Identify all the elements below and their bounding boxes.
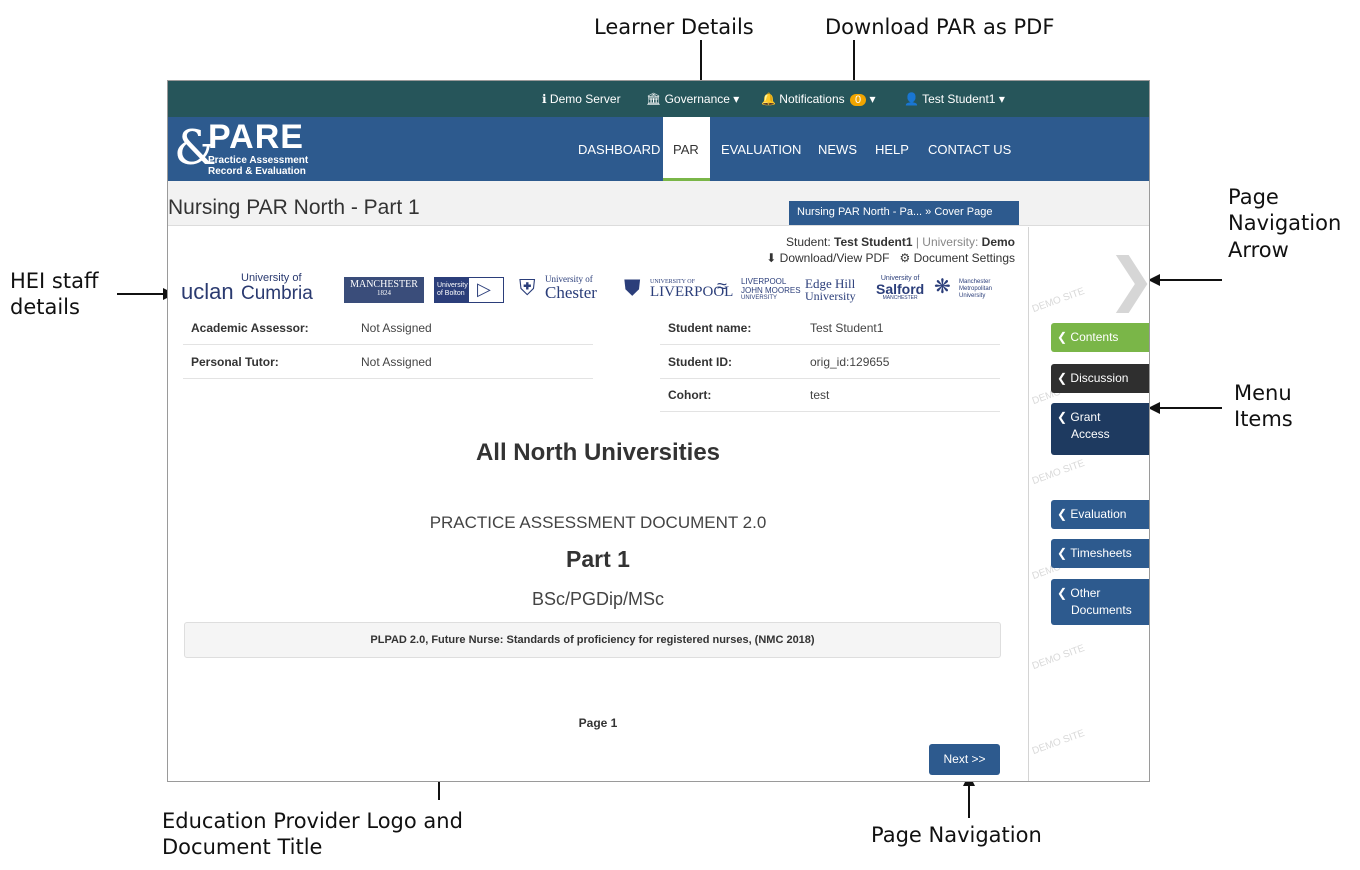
student-info-line: Student: Test Student1 | University: Dem… xyxy=(786,235,1015,249)
notifications-menu[interactable]: 🔔 Notifications 0 ▾ xyxy=(761,92,876,106)
demo-watermark: DEMO SITE xyxy=(1030,457,1087,488)
pointer-hei-staff xyxy=(117,293,165,295)
nav-par[interactable]: PAR xyxy=(673,142,699,157)
bank-icon: 🏛 xyxy=(646,92,662,106)
menu-evaluation[interactable]: ❮ Evaluation xyxy=(1051,500,1149,529)
nav-help[interactable]: HELP xyxy=(875,142,909,157)
caret-down-icon: ▾ xyxy=(998,92,1005,106)
university-logos: uclan University of Cumbria MANCHESTER 1… xyxy=(181,273,1014,307)
document-subheading: PRACTICE ASSESSMENT DOCUMENT 2.0 xyxy=(429,513,767,532)
demo-watermark: DEMO SITE xyxy=(1030,727,1087,758)
chevron-left-icon: ❮ xyxy=(1057,371,1068,385)
chevron-left-icon: ❮ xyxy=(1057,330,1068,344)
standards-banner: PLPAD 2.0, Future Nurse: Standards of pr… xyxy=(184,622,1001,658)
page-number: Page 1 xyxy=(578,716,618,730)
annotation-hei-staff: HEI staff details xyxy=(10,269,99,320)
bell-icon: 🔔 xyxy=(761,92,776,106)
app-window: ℹ Demo Server 🏛 Governance ▾ 🔔 Notificat… xyxy=(167,80,1150,782)
demo-server-item[interactable]: ℹ Demo Server xyxy=(542,92,621,106)
salford-logo: University of Salford MANCHESTER xyxy=(876,275,925,301)
row-divider xyxy=(660,344,1000,345)
caret-down-icon: ▾ xyxy=(869,92,876,106)
download-pdf-link[interactable]: ⬇ Download/View PDF xyxy=(766,251,893,265)
user-icon: 👤 xyxy=(904,92,919,106)
document-degree: BSc/PGDip/MSc xyxy=(531,589,665,609)
document-heading: All North Universities xyxy=(475,439,721,466)
row-divider xyxy=(183,378,593,379)
pointer-page-arrow xyxy=(1160,279,1222,281)
chevron-left-icon: ❮ xyxy=(1057,410,1068,424)
page-title: Nursing PAR North - Part 1 xyxy=(168,196,420,219)
uclan-logo: uclan xyxy=(181,279,234,304)
chevron-left-icon: ❮ xyxy=(1057,586,1068,600)
bolton-logo: University of Bolton ▷ xyxy=(434,277,504,303)
menu-contents[interactable]: ❮ Contents xyxy=(1051,323,1149,352)
side-menu: DEMO SITE DEMO SITE DEMO SITE DEMO SITE … xyxy=(1028,227,1149,781)
annotation-page-navigation: Page Navigation xyxy=(871,823,1042,847)
annotation-download-par: Download PAR as PDF xyxy=(825,15,1055,39)
chester-crest-icon: ⛨ xyxy=(519,275,536,300)
page-title-bar: Nursing PAR North - Part 1 Nursing PAR N… xyxy=(168,181,1149,226)
row-divider xyxy=(660,378,1000,379)
ljmu-wave-icon: ≈ xyxy=(717,276,727,296)
row-divider xyxy=(183,344,593,345)
document-part: Part 1 xyxy=(566,546,630,572)
caret-down-icon: ▾ xyxy=(733,92,740,106)
pointer-page-navigation xyxy=(968,784,970,818)
mmu-emblem-icon: ❋ xyxy=(934,276,951,298)
nav-news[interactable]: NEWS xyxy=(818,142,857,157)
notification-badge: 0 xyxy=(850,94,867,106)
next-page-button[interactable]: Next >> xyxy=(929,744,1000,775)
top-bar: ℹ Demo Server 🏛 Governance ▾ 🔔 Notificat… xyxy=(168,81,1149,117)
annotation-education-provider: Education Provider Logo and Document Tit… xyxy=(162,809,463,860)
governance-menu[interactable]: 🏛 Governance ▾ xyxy=(646,92,739,106)
annotation-menu-items: Menu Items xyxy=(1234,381,1293,432)
gear-icon: ⚙ xyxy=(899,251,911,265)
menu-other-documents[interactable]: ❮ Other Documents xyxy=(1051,579,1149,625)
menu-discussion[interactable]: ❮ Discussion xyxy=(1051,364,1149,393)
demo-watermark: DEMO SITE xyxy=(1030,285,1087,316)
liverpool-crest-icon: ⛊ xyxy=(624,275,641,300)
download-icon: ⬇ xyxy=(766,251,777,265)
manchester-logo: MANCHESTER 1824 xyxy=(344,277,424,303)
chevron-left-icon: ❮ xyxy=(1057,546,1068,560)
user-menu[interactable]: 👤 Test Student1 ▾ xyxy=(904,92,1005,106)
next-page-arrow-icon[interactable]: ❯ xyxy=(1107,245,1149,313)
nav-dashboard[interactable]: DASHBOARD xyxy=(578,142,660,157)
document-settings-link[interactable]: ⚙ Document Settings xyxy=(900,251,1016,265)
bolton-chevron-icon: ▷ xyxy=(477,279,491,299)
document-content: Student: Test Student1 | University: Dem… xyxy=(168,227,1028,781)
pointer-menu-items xyxy=(1160,407,1222,409)
menu-grant-access[interactable]: ❮ Grant Access xyxy=(1051,403,1149,455)
nav-contact-us[interactable]: CONTACT US xyxy=(928,142,1011,157)
annotation-learner-details: Learner Details xyxy=(594,15,754,39)
annotation-page-nav-arrow: Page Navigation Arrow xyxy=(1228,185,1342,262)
demo-watermark: DEMO SITE xyxy=(1030,642,1087,673)
menu-timesheets[interactable]: ❮ Timesheets xyxy=(1051,539,1149,568)
chevron-left-icon: ❮ xyxy=(1057,507,1068,521)
row-divider xyxy=(660,411,1000,412)
info-icon: ℹ xyxy=(542,92,547,106)
breadcrumb[interactable]: Nursing PAR North - Pa... » Cover Page xyxy=(789,201,1019,225)
cumbria-logo: University of Cumbria xyxy=(241,272,313,304)
nav-evaluation[interactable]: EVALUATION xyxy=(721,142,801,157)
edge-hill-logo: Edge Hill University xyxy=(805,276,856,303)
main-nav: & PARE Practice Assessment Record & Eval… xyxy=(168,117,1149,181)
document-actions: ⬇ Download/View PDF ⚙ Document Settings xyxy=(766,251,1015,265)
